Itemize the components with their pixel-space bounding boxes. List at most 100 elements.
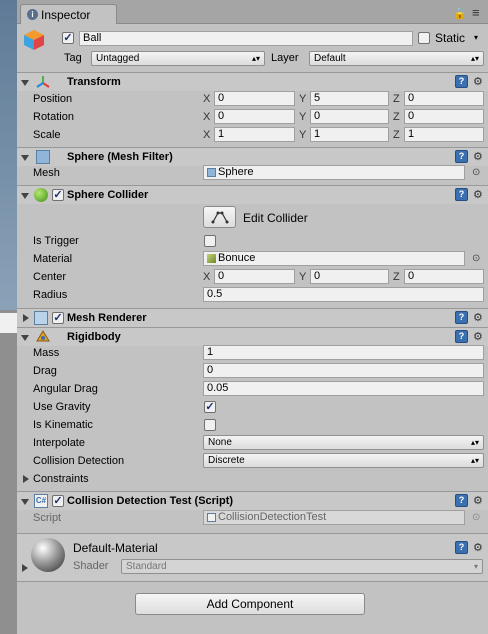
help-icon[interactable]: ? <box>455 311 468 324</box>
fold-arrow-icon[interactable] <box>21 193 29 199</box>
static-dropdown[interactable]: ▾ <box>474 31 484 46</box>
inspector-panel: ✓ Ball Static ▾ Tag Untagged ▴▾ Layer De… <box>17 24 488 634</box>
object-picker-icon[interactable]: ⊙ <box>472 167 480 178</box>
lock-icon[interactable]: 🔒 <box>453 7 467 20</box>
scale-x-field[interactable]: 1 <box>214 127 295 142</box>
rotation-z-field[interactable]: 0 <box>404 109 484 124</box>
sphere-collider-enabled-checkbox[interactable]: ✓ <box>52 189 64 201</box>
edit-collider-button[interactable] <box>203 206 236 228</box>
mesh-value: Sphere <box>218 166 254 178</box>
constraints-label[interactable]: Constraints <box>33 473 89 485</box>
interpolate-dropdown[interactable]: None ▴▾ <box>203 435 484 450</box>
axis-x-label: X <box>203 129 211 141</box>
static-checkbox[interactable] <box>418 32 430 44</box>
gear-icon[interactable]: ⚙ <box>473 150 483 163</box>
scale-z-field[interactable]: 1 <box>404 127 484 142</box>
fold-arrow-icon[interactable] <box>21 499 29 505</box>
gear-icon[interactable]: ⚙ <box>473 75 483 88</box>
axis-x-label: X <box>203 271 211 283</box>
center-z-field[interactable]: 0 <box>404 269 484 284</box>
mesh-filter-title: Sphere (Mesh Filter) <box>67 151 173 163</box>
axis-z-label: Z <box>393 129 400 141</box>
tab-bar: i Inspector 🔒 ≡ <box>17 0 488 25</box>
mesh-label: Mesh <box>33 167 60 179</box>
script-title: Collision Detection Test (Script) <box>67 495 234 507</box>
object-name-field[interactable]: Ball <box>79 31 413 46</box>
layer-dropdown[interactable]: Default ▴▾ <box>309 51 484 66</box>
mesh-renderer-enabled-checkbox[interactable]: ✓ <box>52 312 64 324</box>
rotation-x-field[interactable]: 0 <box>214 109 295 124</box>
help-icon[interactable]: ? <box>455 75 468 88</box>
transform-header[interactable]: Transform ? ⚙ <box>17 72 488 91</box>
center-y-field[interactable]: 0 <box>310 269 389 284</box>
tag-dropdown[interactable]: Untagged ▴▾ <box>91 51 265 66</box>
collision-detection-dropdown[interactable]: Discrete ▴▾ <box>203 453 484 468</box>
fold-arrow-icon[interactable] <box>23 314 29 322</box>
is-trigger-checkbox[interactable] <box>204 235 216 247</box>
scene-sky <box>0 0 17 310</box>
chevron-icon: ▴▾ <box>470 438 479 447</box>
fold-arrow-icon[interactable] <box>21 335 29 341</box>
menu-icon[interactable]: ≡ <box>472 5 480 20</box>
is-kinematic-checkbox[interactable] <box>204 419 216 431</box>
material-name: Default-Material <box>73 541 158 555</box>
material-section: Default-Material Shader Standard ▾ ? ⚙ <box>17 533 488 581</box>
help-icon[interactable]: ? <box>455 541 468 554</box>
mesh-renderer-header[interactable]: ✓ Mesh Renderer ? ⚙ <box>17 308 488 327</box>
help-icon[interactable]: ? <box>455 494 468 507</box>
mesh-field[interactable]: Sphere <box>203 165 465 180</box>
chevron-icon: ▴▾ <box>470 456 479 465</box>
position-y-field[interactable]: 5 <box>310 91 389 106</box>
radius-label: Radius <box>33 289 68 301</box>
tab-inspector[interactable]: i Inspector <box>20 4 117 25</box>
gear-icon[interactable]: ⚙ <box>473 311 483 324</box>
help-icon[interactable]: ? <box>455 188 468 201</box>
gear-icon[interactable]: ⚙ <box>473 330 483 343</box>
add-component-button[interactable]: Add Component <box>135 593 365 615</box>
script-header[interactable]: C# ✓ Collision Detection Test (Script) ?… <box>17 491 488 510</box>
rigidbody-header[interactable]: Rigidbody ? ⚙ <box>17 327 488 346</box>
angular-drag-field[interactable]: 0.05 <box>203 381 484 396</box>
rigidbody-title: Rigidbody <box>67 331 121 343</box>
use-gravity-checkbox[interactable]: ✓ <box>204 401 216 413</box>
axis-z-label: Z <box>393 111 400 123</box>
position-z-field[interactable]: 0 <box>404 91 484 106</box>
axis-z-label: Z <box>393 93 400 105</box>
mesh-filter-header[interactable]: Sphere (Mesh Filter) ? ⚙ <box>17 147 488 166</box>
material-value: Bonuce <box>218 252 256 264</box>
help-icon[interactable]: ? <box>455 150 468 163</box>
material-label: Material <box>33 253 73 265</box>
tag-label: Tag <box>64 52 82 64</box>
object-picker-icon[interactable]: ⊙ <box>472 253 480 264</box>
active-checkbox[interactable]: ✓ <box>62 32 74 44</box>
center-x-field[interactable]: 0 <box>214 269 295 284</box>
material-field[interactable]: Bonuce <box>203 251 465 266</box>
tab-label: Inspector <box>41 8 91 22</box>
gear-icon[interactable]: ⚙ <box>473 541 483 554</box>
script-enabled-checkbox[interactable]: ✓ <box>52 495 64 507</box>
tag-value: Untagged <box>96 53 140 64</box>
position-x-field[interactable]: 0 <box>214 91 295 106</box>
axis-y-label: Y <box>299 111 307 123</box>
scene-object-edge <box>0 313 17 333</box>
script-field: CollisionDetectionTest <box>203 510 465 525</box>
radius-field[interactable]: 0.5 <box>203 287 484 302</box>
gear-icon[interactable]: ⚙ <box>473 188 483 201</box>
fold-arrow-icon[interactable] <box>21 80 29 86</box>
material-fold-icon[interactable] <box>22 564 28 572</box>
scale-y-field[interactable]: 1 <box>310 127 389 142</box>
help-icon[interactable]: ? <box>455 330 468 343</box>
edit-collider-label: Edit Collider <box>243 211 308 225</box>
mesh-icon <box>207 168 216 177</box>
mass-field[interactable]: 1 <box>203 345 484 360</box>
fold-arrow-icon[interactable] <box>21 155 29 161</box>
transform-title: Transform <box>67 76 121 88</box>
drag-field[interactable]: 0 <box>203 363 484 378</box>
rotation-y-field[interactable]: 0 <box>310 109 389 124</box>
chevron-icon: ▴▾ <box>470 54 479 63</box>
gear-icon[interactable]: ⚙ <box>473 494 483 507</box>
script-label: Script <box>33 512 62 524</box>
scene-ground <box>0 310 17 634</box>
constraints-fold-icon[interactable] <box>23 475 29 483</box>
sphere-collider-header[interactable]: ✓ Sphere Collider ? ⚙ <box>17 185 488 204</box>
